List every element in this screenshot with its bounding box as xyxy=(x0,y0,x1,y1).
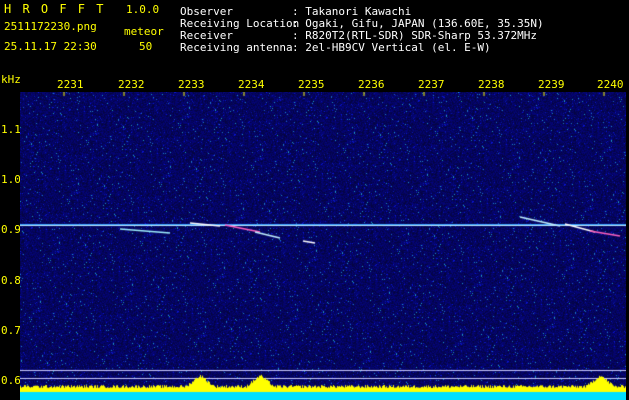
y-tick-label: 0.8 xyxy=(1,274,21,287)
counter-value: 50 xyxy=(139,40,153,53)
x-tick-label: 2231 xyxy=(57,78,84,91)
spectrogram xyxy=(20,92,626,400)
y-tick-label: 1.1 xyxy=(1,123,21,136)
x-tick-label: 2233 xyxy=(178,78,205,91)
x-tick-label: 2235 xyxy=(298,78,325,91)
x-tick-label: 2240 xyxy=(597,78,624,91)
file-name: 2511172230.png xyxy=(4,20,97,33)
info-value-antenna: : 2el-HB9CV Vertical (el. E-W) xyxy=(292,41,491,54)
x-tick-label: 2239 xyxy=(538,78,565,91)
axis-unit-label: kHz xyxy=(1,73,21,86)
date-time: 25.11.17 22:30 xyxy=(4,40,97,53)
y-tick-label: 0.9 xyxy=(1,223,21,236)
x-tick-label: 2234 xyxy=(238,78,265,91)
app-title: H R O F F T xyxy=(4,2,106,16)
app-version: 1.0.0 xyxy=(126,3,160,16)
x-tick-label: 2237 xyxy=(418,78,445,91)
y-tick-label: 1.0 xyxy=(1,173,21,186)
counter-label: meteor xyxy=(124,25,164,38)
info-label-antenna: Receiving antenna xyxy=(180,41,293,54)
y-tick-label: 0.7 xyxy=(1,324,21,337)
x-tick-label: 2238 xyxy=(478,78,505,91)
x-tick-label: 2232 xyxy=(118,78,145,91)
x-tick-label: 2236 xyxy=(358,78,385,91)
header-panel: H R O F F T 1.0.0 2511172230.png meteor … xyxy=(0,0,629,76)
y-tick-label: 0.6 xyxy=(1,374,21,387)
